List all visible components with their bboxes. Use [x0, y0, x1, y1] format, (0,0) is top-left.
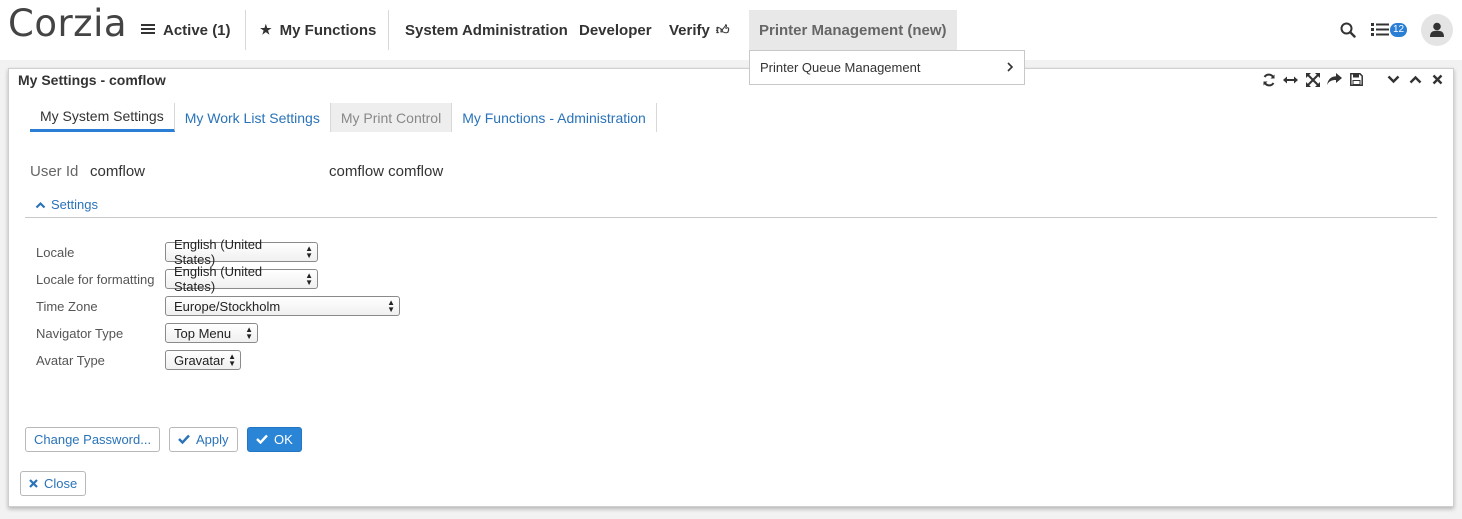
- nav-verify[interactable]: Verify 👍︎: [669, 0, 729, 60]
- app-logo[interactable]: Corzia: [8, 2, 127, 45]
- section-divider: [25, 217, 1437, 218]
- check-icon: [178, 433, 190, 447]
- worklist-icon[interactable]: [1371, 22, 1389, 42]
- avatar-type-select[interactable]: Gravatar ▲ ▼: [165, 350, 241, 370]
- time-zone-label: Time Zone: [36, 298, 98, 314]
- worklist-count-badge: 12: [1390, 23, 1408, 37]
- expand-icon[interactable]: [1305, 72, 1320, 87]
- navigator-type-select[interactable]: Top Menu ▲ ▼: [165, 323, 258, 343]
- user-id-value: comflow: [90, 163, 146, 180]
- nav-developer[interactable]: Developer: [579, 0, 652, 60]
- chevron-down-icon[interactable]: [1386, 72, 1401, 87]
- save-icon[interactable]: [1349, 72, 1364, 87]
- user-full-name: comflow comflow: [329, 163, 444, 180]
- refresh-icon[interactable]: [1261, 72, 1276, 87]
- locale-select-value: English (United States): [174, 237, 263, 267]
- panel-toolbar: [1261, 72, 1445, 87]
- close-icon[interactable]: [1430, 72, 1445, 87]
- tab-my-work-list-settings[interactable]: My Work List Settings: [175, 103, 331, 132]
- check-icon: [256, 433, 268, 447]
- nav-my-functions-label: My Functions: [279, 21, 377, 39]
- locale-formatting-select[interactable]: English (United States) ▲ ▼: [165, 264, 318, 294]
- avatar[interactable]: [1421, 14, 1453, 46]
- time-zone-select[interactable]: Europe/Stockholm ▲ ▼: [165, 296, 400, 316]
- settings-section-toggle[interactable]: Settings: [35, 197, 98, 212]
- locale-formatting-label: Locale for formatting: [36, 271, 155, 287]
- nav-active-items[interactable]: Active (1): [141, 0, 231, 60]
- locale-select[interactable]: English (United States) ▲ ▼: [165, 237, 318, 267]
- list-icon: [141, 23, 155, 38]
- thumbs-up-icon: 👍︎: [715, 22, 730, 37]
- locale-label: Locale: [36, 244, 75, 260]
- navigator-type-label: Navigator Type: [36, 325, 124, 341]
- share-icon[interactable]: [1327, 72, 1342, 87]
- menu-item-printer-queue-management[interactable]: Printer Queue Management: [760, 60, 920, 75]
- printer-management-dropdown: Printer Queue Management: [749, 50, 1025, 85]
- select-arrows-icon: ▲ ▼: [245, 325, 253, 341]
- settings-tabs: My System Settings My Work List Settings…: [30, 103, 657, 132]
- nav-active-label: Active (1): [163, 21, 231, 39]
- settings-panel: My Settings - comflow My System Settings…: [8, 68, 1454, 507]
- avatar-type-row: Avatar Type Gravatar ▲ ▼: [36, 350, 241, 370]
- star-icon: ★: [260, 22, 272, 37]
- avatar-type-select-value: Gravatar: [174, 352, 225, 368]
- user-icon: [1430, 22, 1444, 37]
- search-icon[interactable]: [1340, 22, 1356, 43]
- top-navigation-bar: Corzia Active (1) ★ My Functions System …: [0, 0, 1462, 60]
- resize-horizontal-icon[interactable]: [1283, 72, 1298, 87]
- chevron-right-icon: [1006, 60, 1014, 75]
- toolbar-spacer: [1371, 72, 1379, 87]
- locale-formatting-row: Locale for formatting English (United St…: [36, 264, 318, 294]
- time-zone-select-value: Europe/Stockholm: [174, 298, 281, 314]
- nav-system-administration[interactable]: System Administration: [405, 0, 568, 60]
- ok-button[interactable]: OK: [247, 427, 302, 452]
- tab-my-system-settings[interactable]: My System Settings: [30, 103, 175, 132]
- apply-label: Apply: [196, 432, 229, 447]
- tab-my-functions-administration[interactable]: My Functions - Administration: [452, 103, 657, 132]
- select-arrows-icon: ▲ ▼: [305, 244, 313, 260]
- locale-row: Locale English (United States) ▲ ▼: [36, 237, 318, 267]
- close-icon: [29, 477, 38, 491]
- ok-label: OK: [274, 432, 293, 447]
- nav-my-functions[interactable]: ★ My Functions: [260, 0, 376, 60]
- tab-my-print-control[interactable]: My Print Control: [330, 103, 453, 132]
- chevron-up-icon[interactable]: [1408, 72, 1423, 87]
- change-password-button[interactable]: Change Password...: [25, 427, 161, 452]
- chevron-up-icon: [35, 197, 46, 212]
- apply-button[interactable]: Apply: [169, 427, 238, 452]
- navigator-type-select-value: Top Menu: [174, 325, 232, 341]
- panel-title: My Settings - comflow: [18, 72, 166, 88]
- settings-section-label: Settings: [51, 197, 98, 212]
- navigator-type-row: Navigator Type Top Menu ▲ ▼: [36, 323, 258, 343]
- close-button[interactable]: Close: [20, 471, 87, 496]
- nav-verify-label: Verify: [669, 21, 710, 39]
- user-id-label: User Id: [30, 163, 79, 180]
- nav-printer-management[interactable]: Printer Management (new): [749, 10, 957, 50]
- select-arrows-icon: ▲ ▼: [305, 271, 313, 287]
- change-password-label: Change Password...: [34, 432, 152, 447]
- nav-divider: [388, 10, 389, 50]
- nav-divider: [245, 10, 246, 50]
- time-zone-row: Time Zone Europe/Stockholm ▲ ▼: [36, 296, 400, 316]
- select-arrows-icon: ▲ ▼: [228, 352, 236, 368]
- close-label: Close: [44, 476, 78, 491]
- locale-formatting-select-value: English (United States): [174, 264, 263, 294]
- avatar-type-label: Avatar Type: [36, 352, 105, 368]
- select-arrows-icon: ▲ ▼: [387, 298, 395, 314]
